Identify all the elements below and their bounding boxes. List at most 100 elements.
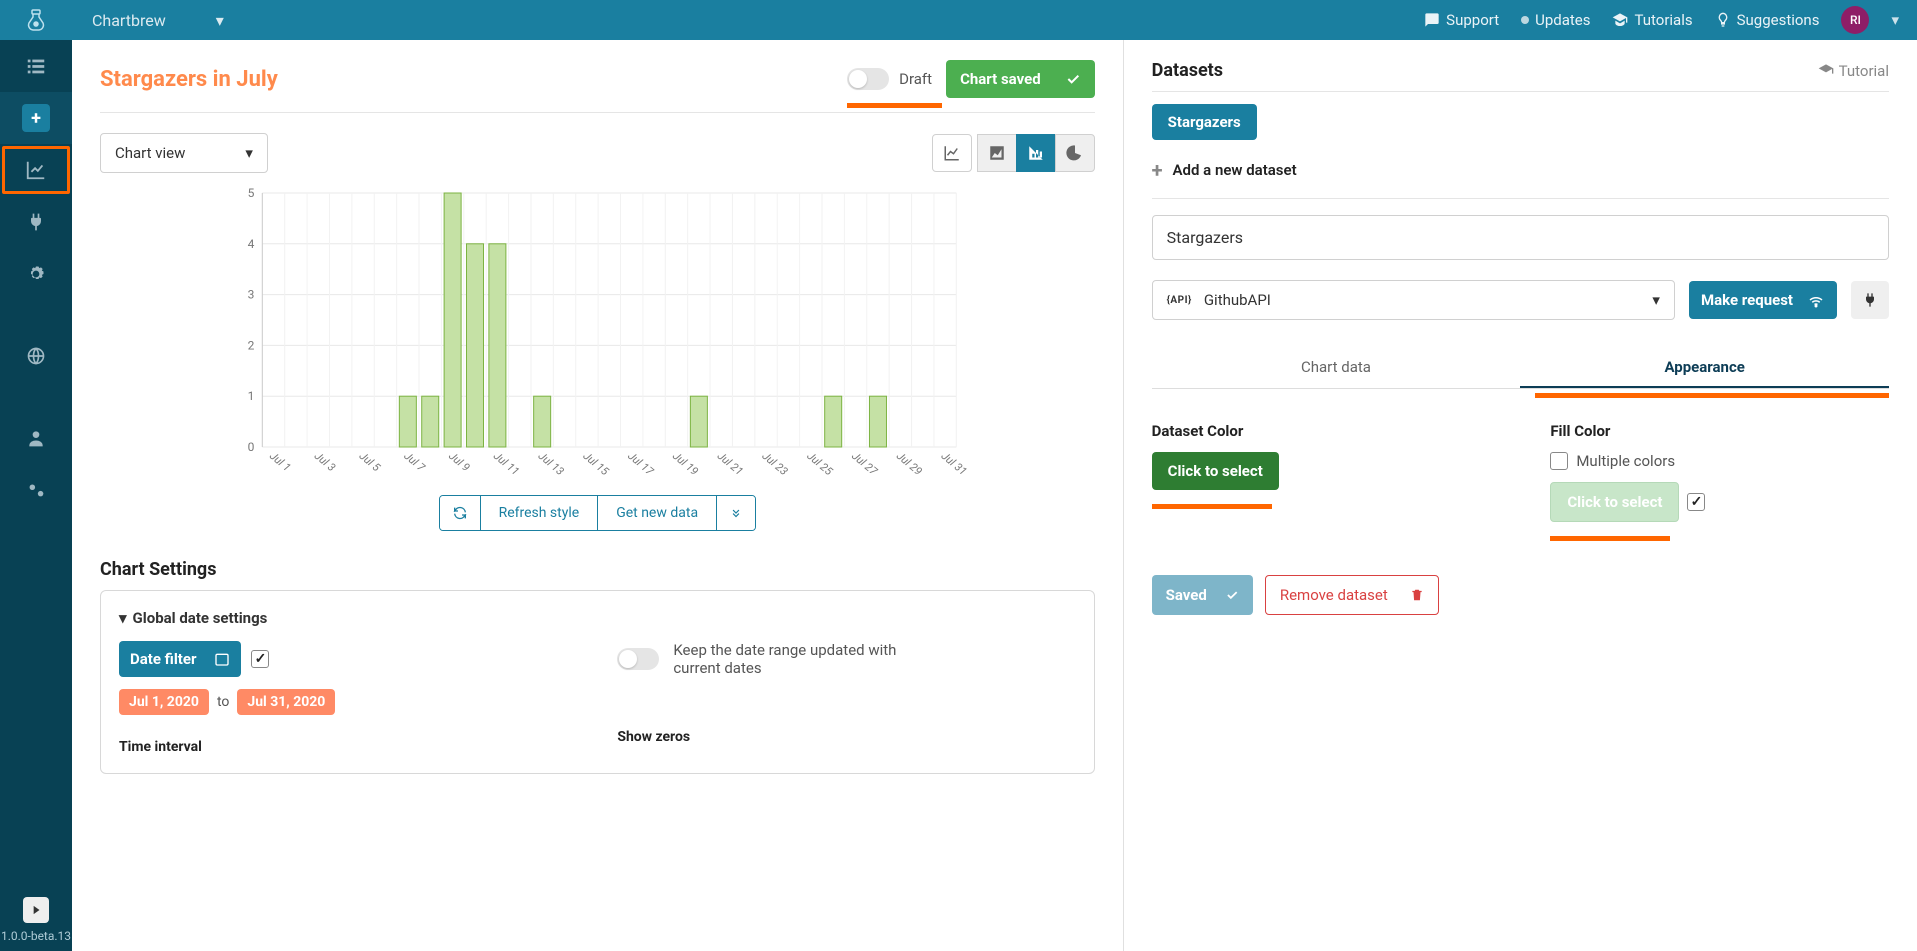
left-panel: Stargazers in July Draft Chart saved Cha… [72, 40, 1124, 951]
sidebar-plug-icon[interactable] [0, 196, 72, 248]
plug-icon [26, 212, 46, 232]
highlight-marker [1152, 504, 1272, 509]
chart-view-dropdown[interactable]: Chart view ▾ [100, 133, 268, 173]
sidebar-menu-icon[interactable] [0, 40, 72, 92]
team-name: Chartbrew [92, 11, 166, 30]
dataset-color-section: Dataset Color Click to select [1152, 422, 1491, 541]
caret-down-icon[interactable]: ▾ [1891, 11, 1899, 29]
expand-button[interactable] [23, 897, 49, 923]
datasets-header-row: Datasets Tutorial [1152, 60, 1889, 92]
sidebar-footer: 1.0.0-beta.13 [0, 889, 72, 951]
sidebar-chart-icon[interactable] [0, 144, 72, 196]
svg-text:Jul 3: Jul 3 [312, 449, 338, 474]
chart-type-buttons [933, 134, 1095, 172]
fill-color-label: Fill Color [1550, 422, 1889, 440]
make-request-button[interactable]: Make request [1689, 281, 1837, 319]
global-date-settings-header[interactable]: ▾ Global date settings [119, 609, 1076, 627]
get-new-data-button[interactable]: Get new data [597, 496, 716, 530]
sidebar-team-settings-icon[interactable] [0, 464, 72, 516]
remove-dataset-button[interactable]: Remove dataset [1265, 575, 1439, 615]
svg-text:Jul 17: Jul 17 [625, 449, 656, 478]
version-label: 1.0.0-beta.13 [0, 929, 72, 943]
expand-down-button[interactable] [716, 496, 755, 530]
calendar-icon [214, 651, 230, 667]
logo-icon [24, 8, 48, 32]
sidebar-settings-icon[interactable] [0, 248, 72, 300]
team-selector[interactable]: Chartbrew ▾ [72, 11, 244, 30]
chart-header: Stargazers in July Draft Chart saved [100, 60, 1095, 113]
show-zeros-label: Show zeros [617, 729, 1075, 745]
chart-type-bar[interactable] [1016, 134, 1056, 172]
tutorials-link[interactable]: Tutorials [1612, 11, 1692, 29]
svg-text:Jul 29: Jul 29 [894, 449, 925, 478]
svg-text:5: 5 [248, 187, 255, 200]
keep-updated-toggle[interactable] [617, 648, 659, 670]
tutorial-link[interactable]: Tutorial [1818, 62, 1889, 80]
dataset-name-input[interactable] [1152, 215, 1889, 260]
date-to-label: to [217, 694, 229, 710]
svg-text:Jul 23: Jul 23 [760, 449, 791, 478]
chart-actions: Refresh style Get new data [100, 495, 1095, 531]
highlight-marker [847, 103, 942, 108]
date-to-chip[interactable]: Jul 31, 2020 [237, 689, 335, 715]
dataset-color-button[interactable]: Click to select [1152, 452, 1279, 490]
fill-color-button[interactable]: Click to select [1550, 482, 1679, 522]
chart-title[interactable]: Stargazers in July [100, 67, 847, 92]
draft-toggle-wrap: Draft [847, 68, 932, 90]
top-navbar: Chartbrew ▾ Support Updates Tutorials Su… [0, 0, 1917, 40]
fill-enable-checkbox[interactable] [1687, 493, 1705, 511]
globe-icon [26, 346, 46, 366]
sidebar-globe-icon[interactable] [0, 330, 72, 382]
caret-right-icon [29, 903, 43, 917]
chart-type-line-single[interactable] [932, 134, 972, 172]
caret-down-icon: ▾ [216, 11, 224, 30]
gears-icon [25, 479, 47, 501]
connection-select[interactable]: {API} GithubAPI ▾ [1152, 280, 1675, 320]
area-chart-icon [988, 144, 1006, 162]
suggestions-link[interactable]: Suggestions [1715, 11, 1820, 29]
svg-text:1: 1 [248, 389, 255, 403]
chart-type-area[interactable] [977, 134, 1017, 172]
add-dataset-button[interactable]: + Add a new dataset [1152, 158, 1889, 199]
svg-text:Jul 9: Jul 9 [446, 449, 472, 474]
support-link[interactable]: Support [1424, 11, 1499, 29]
chevrons-down-icon [729, 506, 743, 520]
chart-saved-button[interactable]: Chart saved [946, 60, 1095, 98]
gear-icon [26, 264, 46, 284]
date-filter-button[interactable]: Date filter [119, 641, 241, 677]
svg-text:Jul 25: Jul 25 [804, 449, 835, 478]
updates-link[interactable]: Updates [1521, 11, 1590, 29]
draft-toggle[interactable] [847, 68, 889, 90]
saved-button[interactable]: Saved [1152, 575, 1253, 615]
svg-text:Jul 11: Jul 11 [491, 449, 522, 478]
caret-down-icon: ▾ [119, 609, 127, 627]
svg-text:3: 3 [248, 288, 255, 302]
logo-box [0, 0, 72, 40]
svg-text:2: 2 [248, 338, 255, 352]
refresh-icon-button[interactable] [440, 496, 480, 530]
svg-text:Jul 31: Jul 31 [939, 449, 970, 478]
dataset-tabs: Chart data Appearance [1152, 348, 1889, 389]
svg-text:Jul 1: Jul 1 [267, 449, 293, 474]
sidebar-user-icon[interactable] [0, 412, 72, 464]
plug-icon [1862, 292, 1878, 308]
svg-text:Jul 15: Jul 15 [581, 449, 612, 478]
avatar[interactable]: RI [1841, 6, 1869, 34]
chart-type-pie[interactable] [1055, 134, 1095, 172]
chart-line-icon [25, 159, 47, 181]
tab-chart-data[interactable]: Chart data [1152, 348, 1521, 388]
multiple-colors-checkbox[interactable] [1550, 452, 1568, 470]
sidebar-add-button[interactable]: + [0, 92, 72, 144]
lightbulb-icon [1715, 12, 1731, 28]
datasets-header: Datasets [1152, 60, 1818, 81]
tab-appearance[interactable]: Appearance [1520, 348, 1889, 388]
dataset-pill[interactable]: Stargazers [1152, 104, 1257, 140]
date-from-chip[interactable]: Jul 1, 2020 [119, 689, 209, 715]
date-filter-checkbox[interactable] [251, 650, 269, 668]
graduation-icon [1818, 63, 1834, 79]
svg-text:Jul 19: Jul 19 [670, 449, 701, 478]
plug-button[interactable] [1851, 281, 1889, 319]
right-panel: Datasets Tutorial Stargazers + Add a new… [1124, 40, 1917, 951]
pie-chart-icon [1066, 144, 1084, 162]
refresh-style-button[interactable]: Refresh style [480, 496, 598, 530]
